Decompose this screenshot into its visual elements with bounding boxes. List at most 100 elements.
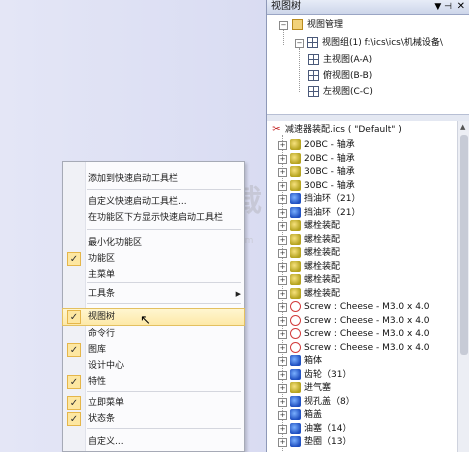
view-management-node[interactable]: − 视图管理	[267, 18, 467, 32]
model-root-node[interactable]: ✂ 减速器装配.ics ( "Default" )	[267, 123, 457, 137]
menu-item-label: 最小化功能区	[88, 238, 143, 248]
panel-title-bar[interactable]: 视图树 ▼ ⊣ ✕	[267, 0, 469, 15]
model-tree-item[interactable]: + 螺栓装配	[267, 260, 457, 274]
model-tree-item[interactable]: + Screw : Cheese - M3.0 x 4.0	[267, 341, 457, 355]
model-tree-item[interactable]: + 螺栓装配	[267, 287, 457, 301]
expand-icon[interactable]: +	[278, 384, 287, 393]
expand-icon[interactable]: +	[278, 438, 287, 447]
expand-icon[interactable]: +	[278, 343, 287, 353]
model-tree-item-label: Screw : Cheese - M3.0 x 4.0	[304, 329, 430, 339]
model-tree-item-label: 垫圈（13）	[304, 437, 352, 447]
scroll-up-icon[interactable]: ▲	[460, 123, 465, 131]
menu-item[interactable]: 设计中心	[63, 358, 244, 374]
menu-item[interactable]: 在功能区下方显示快速启动工具栏	[63, 210, 244, 226]
model-tree-item-label: 进气塞	[304, 383, 332, 393]
expand-icon[interactable]: +	[278, 208, 287, 218]
checkmark-icon: ✓	[67, 412, 81, 426]
checkmark-icon: ✓	[67, 343, 81, 357]
model-tree-item[interactable]: + Screw : Cheese - M3.0 x 4.0	[267, 314, 457, 328]
view-group-node[interactable]: − 视图组(1) f:\ics\ics\机械设备\	[267, 36, 467, 50]
model-tree-item[interactable]: + Screw : Cheese - M3.0 x 4.0	[267, 300, 457, 314]
close-icon[interactable]: ✕	[457, 0, 465, 14]
assembly-icon	[290, 233, 301, 245]
checkmark-icon: ✓	[67, 252, 81, 266]
view-item[interactable]: 俯视图(B-B)	[267, 69, 467, 83]
menu-item[interactable]: 自定义...	[63, 434, 244, 450]
view-icon	[308, 86, 319, 97]
model-tree-item[interactable]: + 箱体	[267, 354, 457, 368]
scrollbar-thumb[interactable]	[460, 135, 468, 355]
expand-icon[interactable]: +	[278, 249, 287, 258]
expand-icon[interactable]: +	[278, 222, 287, 231]
expand-icon[interactable]: +	[278, 154, 287, 164]
menu-item-label: 功能区	[88, 254, 116, 264]
expand-icon[interactable]: +	[278, 357, 287, 366]
menu-item[interactable]: ✓ 特性	[63, 374, 244, 390]
menu-item-label: 主菜单	[88, 270, 116, 280]
panel-title: 视图树	[271, 1, 301, 12]
model-tree-item[interactable]: + Screw : Cheese - M3.0 x 4.0	[267, 327, 457, 341]
model-tree-item[interactable]: + 螺栓装配	[267, 233, 457, 247]
expand-icon[interactable]: +	[278, 195, 287, 204]
model-tree-item-label: 箱盖	[304, 410, 323, 420]
view-manager-icon	[292, 19, 303, 30]
model-tree-item[interactable]: + 视孔盖（8）	[267, 395, 457, 409]
model-tree-item[interactable]: + 箱盖	[267, 408, 457, 422]
expand-icon[interactable]: +	[278, 411, 287, 420]
menu-item[interactable]: 添加到快速启动工具栏	[63, 171, 244, 187]
model-tree-item[interactable]: +30BC - 轴承	[267, 165, 457, 179]
expand-icon[interactable]: +	[278, 303, 287, 312]
menu-item[interactable]: 命令行	[63, 326, 244, 342]
model-tree-item[interactable]: +20BC - 轴承	[267, 152, 457, 166]
model-tree-item[interactable]: + 齿轮（31）	[267, 368, 457, 382]
model-tree-item[interactable]: + 垫圈（13）	[267, 435, 457, 449]
expand-icon[interactable]: +	[278, 289, 287, 299]
menu-item[interactable]: 自定义快速启动工具栏...	[63, 194, 244, 210]
menu-item[interactable]: ✓ 立即菜单	[63, 395, 244, 411]
view-item[interactable]: 主视图(A-A)	[267, 53, 467, 67]
menu-item[interactable]: ✓ 视图树	[62, 308, 245, 326]
assembly-icon	[290, 152, 301, 164]
model-tree-item-label: Screw : Cheese - M3.0 x 4.0	[304, 342, 430, 353]
expand-icon[interactable]: +	[278, 141, 287, 150]
menu-item[interactable]: 主菜单	[63, 267, 244, 283]
menu-item[interactable]: ✓ 功能区	[63, 251, 244, 267]
model-tree-item[interactable]: +30BC - 轴承	[267, 179, 457, 193]
expand-icon[interactable]: +	[278, 370, 287, 380]
expand-icon[interactable]: +	[278, 181, 287, 191]
expand-icon[interactable]: +	[278, 235, 287, 245]
model-tree-item[interactable]: +20BC - 轴承	[267, 138, 457, 152]
model-tree-item[interactable]: + 螺栓装配	[267, 219, 457, 233]
expand-icon[interactable]: +	[278, 168, 287, 177]
part-icon	[290, 368, 301, 380]
menu-item[interactable]: ✓ 状态条	[63, 411, 244, 427]
expand-icon[interactable]: +	[278, 397, 287, 407]
model-tree-item-label: 30BC - 轴承	[304, 180, 355, 191]
model-tree-item[interactable]: + 进气塞	[267, 381, 457, 395]
menu-item[interactable]: ✓ 图库	[63, 342, 244, 358]
model-tree-item[interactable]: + 螺栓装配	[267, 273, 457, 287]
pin-icon[interactable]: ▼ ⊣	[434, 0, 452, 14]
model-tree-item[interactable]: + 挡油环（21）	[267, 206, 457, 220]
menu-separator	[87, 229, 241, 230]
view-item[interactable]: 左视图(C-C)	[267, 85, 467, 99]
expand-icon[interactable]: +	[278, 262, 287, 272]
model-tree-scrollbar[interactable]: ▲	[457, 121, 469, 452]
part-icon	[290, 436, 301, 447]
view-tree-panel: 视图树 ▼ ⊣ ✕ − 视图管理 − 视图组(1) f:\ics\ics\机械设…	[266, 0, 469, 452]
model-tree-item-label: 20BC - 轴承	[304, 140, 355, 150]
collapse-icon[interactable]: −	[295, 39, 304, 48]
expand-icon[interactable]: +	[278, 316, 287, 326]
menu-item[interactable]: 工具条 ▶	[63, 286, 244, 302]
model-tree-item[interactable]: + 挡油环（21）	[267, 192, 457, 206]
model-tree-item[interactable]: + 螺栓装配	[267, 246, 457, 260]
menu-item[interactable]: 最小化功能区	[63, 235, 244, 251]
expand-icon[interactable]: +	[278, 424, 287, 434]
expand-icon[interactable]: +	[278, 276, 287, 285]
menu-separator	[87, 391, 241, 392]
expand-icon[interactable]: +	[278, 330, 287, 339]
collapse-icon[interactable]: −	[279, 21, 288, 30]
model-tree-item-label: Screw : Cheese - M3.0 x 4.0	[304, 302, 430, 312]
model-tree-item[interactable]: + 油塞（14）	[267, 422, 457, 436]
checkmark-icon: ✓	[67, 396, 81, 410]
